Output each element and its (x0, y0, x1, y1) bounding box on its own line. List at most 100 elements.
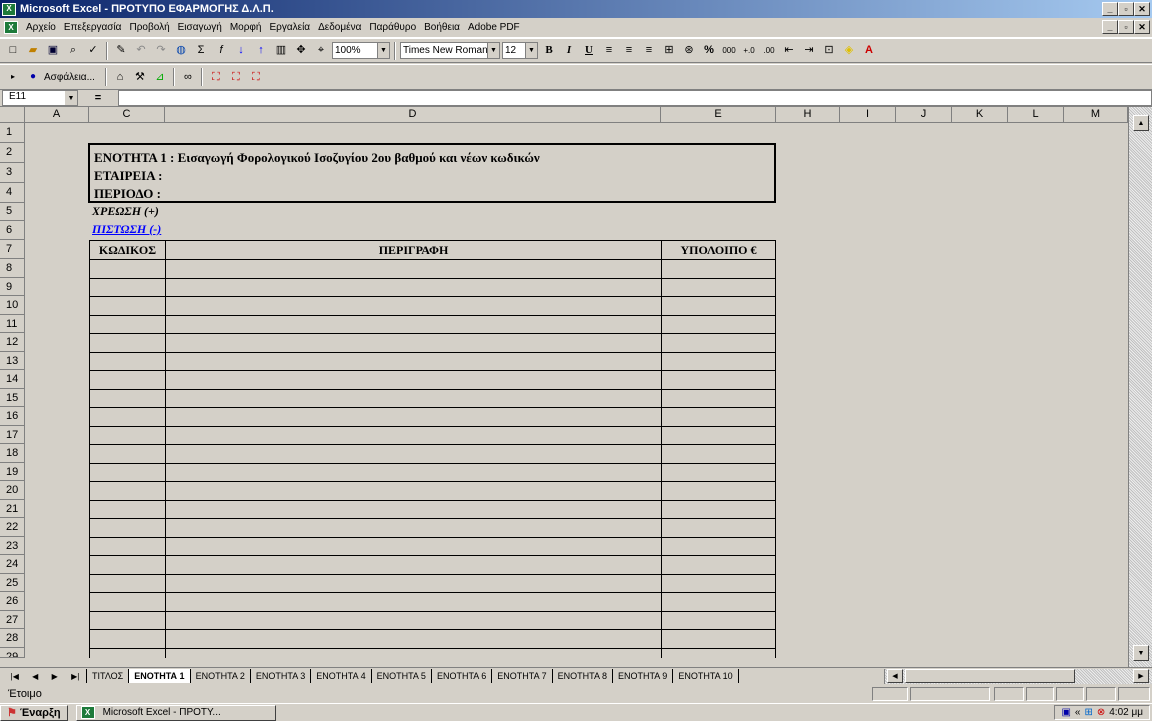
next-sheet-icon[interactable]: ▶ (52, 672, 58, 681)
start-button[interactable]: ⚑ Έναρξη (0, 704, 68, 721)
prev-sheet-icon[interactable]: ◀ (32, 672, 38, 681)
code-cell[interactable] (89, 388, 166, 408)
description-cell[interactable] (165, 277, 662, 297)
sheet-tab-title[interactable]: ΤΙΤΛΟΣ (86, 669, 128, 683)
description-cell[interactable] (165, 462, 662, 482)
code-cell[interactable] (89, 277, 166, 297)
description-cell[interactable] (165, 555, 662, 575)
description-cell[interactable] (165, 481, 662, 501)
close-button[interactable]: ✕ (1134, 2, 1150, 16)
balance-cell[interactable] (661, 314, 776, 334)
sheet-tab-section-4[interactable]: ΕΝΟΤΗΤΑ 4 (310, 669, 370, 683)
code-cell[interactable] (89, 499, 166, 519)
description-cell[interactable] (165, 610, 662, 630)
balance-cell[interactable] (661, 481, 776, 501)
balance-cell[interactable] (661, 333, 776, 353)
sheet-tab-section-5[interactable]: ΕΝΟΤΗΤΑ 5 (370, 669, 431, 683)
balance-cell[interactable] (661, 277, 776, 297)
balance-cell[interactable] (661, 647, 776, 658)
code-cell[interactable] (89, 518, 166, 538)
code-cell[interactable] (89, 629, 166, 649)
balance-cell[interactable] (661, 610, 776, 630)
code-cell[interactable] (89, 555, 166, 575)
description-cell[interactable] (165, 314, 662, 334)
description-cell[interactable] (165, 592, 662, 612)
balance-cell[interactable] (661, 592, 776, 612)
scroll-right-icon[interactable]: ▶ (1133, 669, 1149, 683)
clock[interactable]: 4:02 μμ (1109, 707, 1143, 718)
scroll-thumb[interactable] (905, 669, 1075, 683)
balance-cell[interactable] (661, 629, 776, 649)
description-cell[interactable] (165, 647, 662, 658)
description-cell[interactable] (165, 370, 662, 390)
header-code[interactable]: ΚΩΔΙΚΟΣ (89, 240, 166, 260)
description-cell[interactable] (165, 407, 662, 427)
language-icon[interactable]: ▣ (1061, 707, 1070, 718)
balance-cell[interactable] (661, 370, 776, 390)
expand-tray-icon[interactable]: « (1075, 707, 1081, 718)
code-cell[interactable] (89, 592, 166, 612)
description-cell[interactable] (165, 388, 662, 408)
balance-cell[interactable] (661, 518, 776, 538)
balance-cell[interactable] (661, 296, 776, 316)
code-cell[interactable] (89, 573, 166, 593)
balance-cell[interactable] (661, 425, 776, 445)
balance-cell[interactable] (661, 351, 776, 371)
code-cell[interactable] (89, 259, 166, 279)
description-cell[interactable] (165, 296, 662, 316)
vertical-scrollbar[interactable]: ▲ ▼ (1128, 107, 1152, 667)
description-cell[interactable] (165, 333, 662, 353)
code-cell[interactable] (89, 536, 166, 556)
description-cell[interactable] (165, 351, 662, 371)
balance-cell[interactable] (661, 462, 776, 482)
code-cell[interactable] (89, 462, 166, 482)
scroll-left-icon[interactable]: ◀ (887, 669, 903, 683)
balance-cell[interactable] (661, 388, 776, 408)
code-cell[interactable] (89, 296, 166, 316)
sheet-tab-section-7[interactable]: ΕΝΟΤΗΤΑ 7 (491, 669, 551, 683)
sheet-tab-section-8[interactable]: ΕΝΟΤΗΤΑ 8 (551, 669, 612, 683)
last-sheet-icon[interactable]: ▶| (71, 672, 79, 681)
horizontal-scrollbar[interactable]: ◀ ▶ (884, 669, 1152, 684)
description-cell[interactable] (165, 259, 662, 279)
sheet-tab-section-2[interactable]: ΕΝΟΤΗΤΑ 2 (189, 669, 250, 683)
scroll-up-icon[interactable]: ▲ (1133, 115, 1149, 131)
scroll-down-icon[interactable]: ▼ (1133, 645, 1149, 661)
sheet-tab-section-1[interactable]: ΕΝΟΤΗΤΑ 1 (128, 669, 190, 683)
network-icon[interactable]: ⊞ (1084, 707, 1092, 718)
description-cell[interactable] (165, 573, 662, 593)
balance-cell[interactable] (661, 555, 776, 575)
sheet-tab-section-6[interactable]: ΕΝΟΤΗΤΑ 6 (430, 669, 491, 683)
doc-close-button[interactable]: ✕ (1134, 20, 1150, 34)
balance-cell[interactable] (661, 536, 776, 556)
code-cell[interactable] (89, 407, 166, 427)
code-cell[interactable] (89, 314, 166, 334)
balance-cell[interactable] (661, 573, 776, 593)
code-cell[interactable] (89, 370, 166, 390)
description-cell[interactable] (165, 425, 662, 445)
first-sheet-icon[interactable]: |◀ (11, 672, 19, 681)
sheet-tab-section-3[interactable]: ΕΝΟΤΗΤΑ 3 (249, 669, 310, 683)
code-cell[interactable] (89, 610, 166, 630)
balance-cell[interactable] (661, 259, 776, 279)
code-cell[interactable] (89, 425, 166, 445)
balance-cell[interactable] (661, 499, 776, 519)
taskbar-item-excel[interactable]: X Microsoft Excel - ΠΡΟΤΥ... (75, 704, 276, 721)
header-description[interactable]: ΠΕΡΙΓΡΑΦΗ (165, 240, 662, 260)
description-cell[interactable] (165, 444, 662, 464)
description-cell[interactable] (165, 536, 662, 556)
description-cell[interactable] (165, 518, 662, 538)
code-cell[interactable] (89, 333, 166, 353)
header-balance[interactable]: ΥΠΟΛΟΙΠΟ € (661, 240, 776, 260)
balance-cell[interactable] (661, 444, 776, 464)
sheet-tab-section-10[interactable]: ΕΝΟΤΗΤΑ 10 (672, 669, 739, 683)
code-cell[interactable] (89, 481, 166, 501)
description-cell[interactable] (165, 629, 662, 649)
code-cell[interactable] (89, 444, 166, 464)
sheet-tab-section-9[interactable]: ΕΝΟΤΗΤΑ 9 (611, 669, 672, 683)
balance-cell[interactable] (661, 407, 776, 427)
code-cell[interactable] (89, 647, 166, 658)
volume-icon[interactable]: ⊗ (1097, 707, 1105, 718)
code-cell[interactable] (89, 351, 166, 371)
description-cell[interactable] (165, 499, 662, 519)
